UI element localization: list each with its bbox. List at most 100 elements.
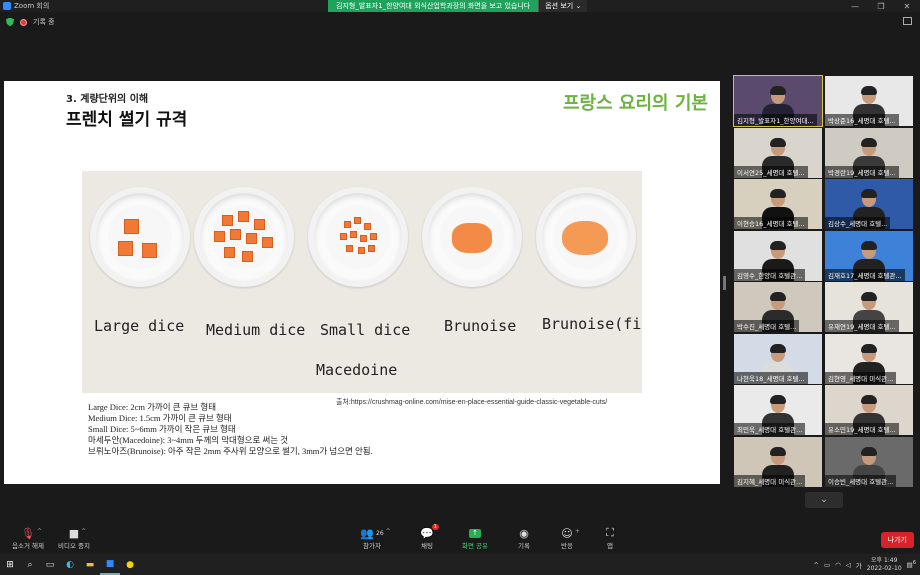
participant-tile[interactable]: 김영수_한양대 호텔관... (734, 230, 822, 281)
participant-tile[interactable]: 최민욱_세명대 호텔관... (734, 385, 822, 435)
bowl-brunoise-fine (536, 187, 636, 287)
share-screen-button[interactable]: ↑ 화면 공유 (453, 526, 497, 550)
apps-icon: ⛶ (606, 526, 614, 539)
participant-tile[interactable]: 이승빈_세명대 호텔관... (825, 436, 913, 487)
zoom-app-icon (3, 2, 11, 10)
participant-name: 김현영_세명대 미식관... (825, 371, 897, 384)
note-line: Large Dice: 2cm 가까이 큰 큐브 형태 (88, 402, 217, 412)
recording-icon (20, 18, 27, 26)
participant-tile[interactable]: 유재연19_세명대 호텔... (825, 282, 913, 332)
slide-section: 3. 계량단위의 이해 (66, 94, 149, 105)
edge-browser-icon[interactable]: ◐ (60, 554, 80, 575)
view-options-button[interactable]: 옵션 보기 ⌄ (538, 0, 588, 12)
participant-tile[interactable]: 김상수_세명대 호텔... (825, 179, 913, 229)
label-small-dice: Small dice (320, 321, 411, 339)
bowl-medium-dice (194, 187, 294, 287)
security-shield-icon[interactable] (6, 17, 14, 27)
apps-button[interactable]: ⛶ 앱 (588, 526, 632, 550)
share-banner-message: 김지형_발표자1_한양여대 외식산업학과장의 화면을 보고 있습니다 (328, 0, 539, 12)
note-line: Medium Dice: 1.5cm 가까이 큰 큐브 형태 (88, 413, 232, 423)
participant-name: 박경란19_세명대 호텔... (825, 165, 899, 178)
video-button[interactable]: ■ ^ 비디오 중지 (52, 526, 96, 551)
panel-resize-handle[interactable] (723, 276, 726, 290)
participant-name: 김상수_세명대 호텔... (825, 217, 891, 229)
label-brunoise-fine: Brunoise(fine) (542, 315, 642, 333)
vegetable-cuts-photo: Large dice Medium dice Small dice Brunoi… (82, 171, 642, 393)
leave-button[interactable]: 나가기 (880, 532, 914, 548)
recording-label: 기록 중 (33, 18, 55, 26)
bowl-brunoise (422, 187, 522, 287)
chat-badge: 1 (431, 524, 439, 530)
gallery-scroll-down-button[interactable]: ⌄ (805, 492, 843, 508)
network-icon[interactable]: ◠ (835, 561, 841, 569)
label-medium-dice: Medium dice (206, 321, 306, 339)
meeting-info-bar: 기록 중 (0, 14, 55, 30)
participant-name: 나현욱18_세명대 호텔... (734, 371, 808, 384)
participant-tile[interactable]: 박상준16_세명대 호텔... (825, 76, 913, 126)
slide-notes: Large Dice: 2cm 가까이 큰 큐브 형태 Medium Dice:… (88, 402, 373, 457)
close-icon[interactable]: ✕ (894, 0, 920, 12)
label-brunoise: Brunoise (444, 317, 517, 335)
participants-button[interactable]: 👥 26 ^ 참가자 (350, 526, 394, 551)
share-screen-icon: ↑ (469, 526, 481, 540)
windows-start-icon[interactable]: ⊞ (0, 554, 20, 575)
bowl-small-dice (308, 187, 408, 287)
taskbar-clock[interactable]: 오후 1:49 2022-02-10 (867, 557, 902, 573)
chat-button[interactable]: 💬 1 채팅 (405, 524, 449, 550)
notification-icon[interactable]: ▤6 (907, 560, 916, 569)
participant-name: 유소민19_세명대 호텔... (825, 423, 899, 435)
record-button[interactable]: ◉ 기록 (502, 526, 546, 551)
participant-tile[interactable]: 김현영_세명대 미식관... (825, 333, 913, 384)
window-controls: — ❐ ✕ (842, 0, 920, 12)
participant-name: 박상준16_세명대 호텔... (825, 114, 899, 126)
note-line: Small Dice: 5~6mm 가까이 작은 큐브 형태 (88, 424, 236, 434)
ime-indicator[interactable]: 가 (856, 560, 862, 570)
file-explorer-icon[interactable]: ▬ (80, 554, 100, 575)
restore-icon[interactable]: ❐ (868, 0, 894, 12)
participant-tile[interactable]: 김지혜_세명대 미식관... (734, 436, 822, 487)
reactions-icon: ☺ + (561, 526, 580, 540)
task-view-icon[interactable]: ▭ (40, 554, 60, 575)
participant-name: 김지혜_세명대 미식관... (734, 474, 806, 487)
participant-name: 이현승16_세명대 호텔... (734, 217, 808, 229)
participant-tile[interactable]: 박경란19_세명대 호텔... (825, 127, 913, 178)
windows-taskbar: ⊞ ⌕ ▭ ◐ ▬ ■ ● ^ ▭ ◠ ◁ 가 오후 1:49 2022-02-… (0, 554, 920, 575)
shared-screen-slide: 3. 계량단위의 이해 프렌치 썰기 규격 프랑스 요리의 기본 Large d… (4, 81, 720, 484)
view-layout-icon[interactable] (903, 17, 912, 25)
participant-name: 유재연19_세명대 호텔... (825, 320, 899, 332)
participant-name: 이승빈_세명대 호텔관... (825, 474, 897, 487)
share-banner: 김지형_발표자1_한양여대 외식산업학과장의 화면을 보고 있습니다 옵션 보기… (328, 0, 588, 12)
participant-name: 최민욱_세명대 호텔관... (734, 423, 806, 435)
participant-name: 김재호17_세명대 호텔관... (825, 268, 905, 281)
record-icon: ◉ (519, 526, 529, 540)
participant-tile[interactable]: 김재호17_세명대 호텔관... (825, 230, 913, 281)
participant-tile[interactable]: 이현승16_세명대 호텔... (734, 179, 822, 229)
tray-overflow-icon[interactable]: ^ (814, 561, 819, 569)
reactions-button[interactable]: ☺ + 반응 (545, 526, 589, 551)
participant-tile[interactable]: 김지형_발표자1_한양여대... (733, 75, 823, 127)
participant-tile[interactable]: 유소민19_세명대 호텔... (825, 385, 913, 435)
kakaotalk-icon[interactable]: ● (120, 554, 140, 575)
participant-gallery: 김지형_발표자1_한양여대... 박상준16_세명대 호텔... 이서연25_세명대… (733, 75, 914, 488)
participant-tile[interactable]: 나현욱18_세명대 호텔... (734, 333, 822, 384)
participant-tile[interactable]: 박수진_세명대 호텔... (734, 282, 822, 332)
meeting-toolbar: 🎙 ^ 음소거 해제 ■ ^ 비디오 중지 👥 26 ^ 참가자 💬 1 채팅 ↑ 화면 … (0, 524, 920, 554)
zoom-taskbar-icon[interactable]: ■ (100, 554, 120, 575)
label-macedoine: Macedoine (316, 361, 398, 379)
mute-button[interactable]: 🎙 ^ 음소거 해제 (6, 526, 50, 551)
volume-icon[interactable]: ◁ (846, 561, 851, 569)
participant-name: 김영수_한양대 호텔관... (734, 268, 806, 281)
participant-name: 김지형_발표자1_한양여대... (734, 114, 817, 126)
slide-title: 프렌치 썰기 규격 (66, 110, 188, 130)
system-tray: ^ ▭ ◠ ◁ 가 오후 1:49 2022-02-10 ▤6 (814, 554, 920, 575)
slide-french-title: 프랑스 요리의 기본 (562, 93, 708, 114)
search-icon[interactable]: ⌕ (20, 554, 40, 575)
note-line: 마세두안(Macedoine): 3~4mm 두께의 막대형으로 써는 것 (88, 435, 289, 445)
participant-tile[interactable]: 이서연25_세명대 호텔... (734, 127, 822, 178)
bowl-large-dice (90, 187, 190, 287)
battery-icon[interactable]: ▭ (824, 561, 830, 569)
minimize-icon[interactable]: — (842, 0, 868, 12)
participants-icon: 👥 26 ^ (360, 526, 391, 540)
note-line: 브뤼노아즈(Brunoise): 아주 작은 2mm 주사위 모양으로 썰기, … (88, 446, 373, 456)
window-title: Zoom 회의 (14, 2, 50, 10)
